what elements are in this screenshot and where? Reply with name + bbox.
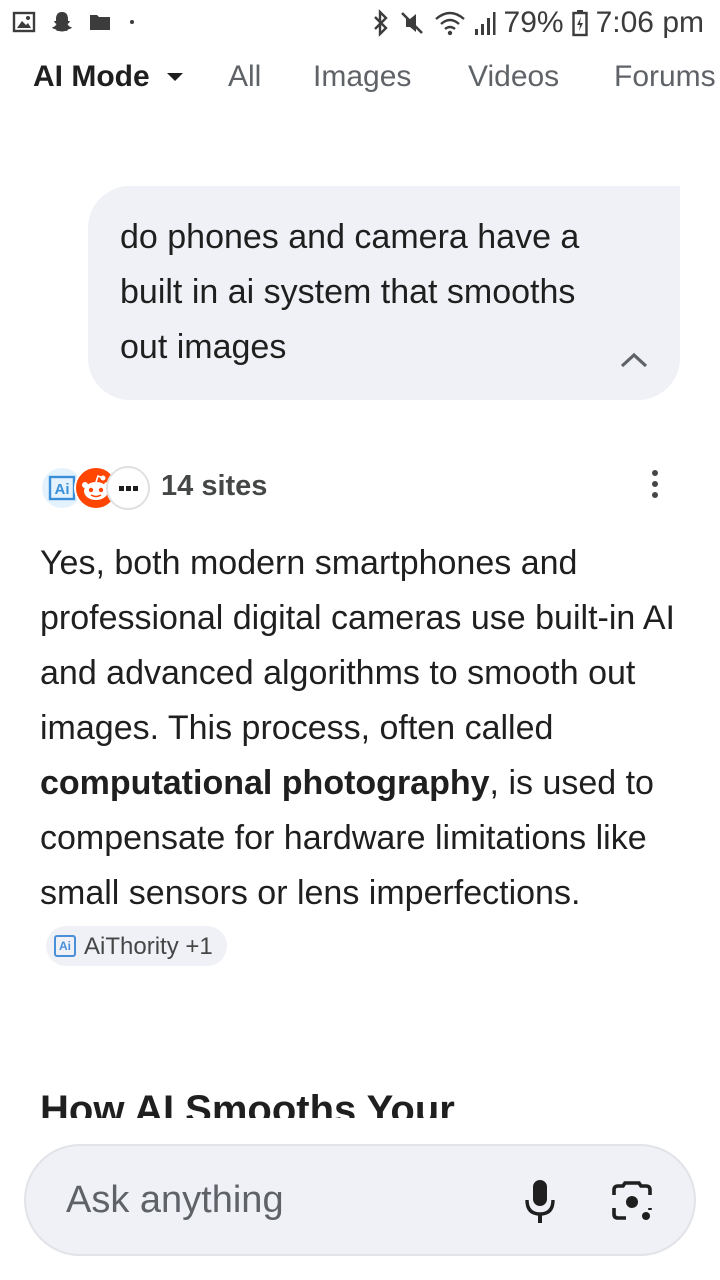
system-indicators: 79% 7:06 pm	[372, 6, 704, 40]
tab-forums[interactable]: Forums	[614, 60, 716, 94]
microphone-icon[interactable]	[520, 1178, 560, 1226]
ai-answer: Yes, both modern smartphones and profess…	[40, 536, 680, 976]
collapse-chevron-icon[interactable]	[618, 350, 650, 370]
wifi-icon	[434, 11, 465, 36]
more-sites-icon	[106, 466, 150, 510]
bluetooth-icon	[373, 9, 388, 37]
tab-label: AI Mode	[33, 60, 150, 93]
sources-row[interactable]: Ai 14 sites	[40, 462, 680, 512]
ask-bar	[24, 1144, 696, 1256]
gallery-icon	[12, 11, 36, 33]
search-tabs: AI Mode All Images Videos Forums	[0, 52, 720, 108]
citation-chip[interactable]: Ai AiThority +1	[46, 926, 227, 967]
source-favicons: Ai	[40, 466, 150, 510]
citation-label: AiThority +1	[84, 932, 213, 960]
section-heading: How AI Smooths Your	[40, 1088, 455, 1118]
more-notifications-dot	[130, 20, 134, 24]
more-options-icon[interactable]	[652, 470, 660, 500]
tab-all[interactable]: All	[228, 60, 261, 94]
battery-icon	[571, 10, 588, 37]
ask-input[interactable]	[66, 1174, 486, 1226]
user-query-bubble: do phones and camera have a built in ai …	[88, 186, 680, 400]
query-text: do phones and camera have a built in ai …	[120, 218, 580, 366]
snapchat-icon	[52, 12, 72, 32]
section-heading-clip: How AI Smooths Your	[40, 1080, 680, 1118]
notification-icons	[12, 10, 134, 34]
tab-images[interactable]: Images	[313, 60, 411, 94]
aithority-icon: Ai	[54, 935, 76, 958]
signal-icon	[474, 12, 496, 35]
answer-bold-term: computational photography	[40, 764, 490, 802]
battery-percent: 79%	[503, 6, 564, 39]
answer-text-1: Yes, both modern smartphones and profess…	[40, 544, 675, 747]
tab-ai-mode[interactable]: AI Mode	[33, 60, 184, 94]
google-lens-icon[interactable]	[610, 1180, 654, 1224]
status-bar: 79% 7:06 pm	[0, 0, 720, 50]
tab-videos[interactable]: Videos	[468, 60, 559, 94]
mute-icon	[400, 12, 423, 34]
clock: 7:06 pm	[595, 6, 704, 39]
caret-down-icon	[166, 73, 183, 81]
sources-count: 14 sites	[161, 470, 268, 502]
svg-text:Ai: Ai	[55, 481, 70, 498]
folder-icon	[90, 15, 110, 30]
